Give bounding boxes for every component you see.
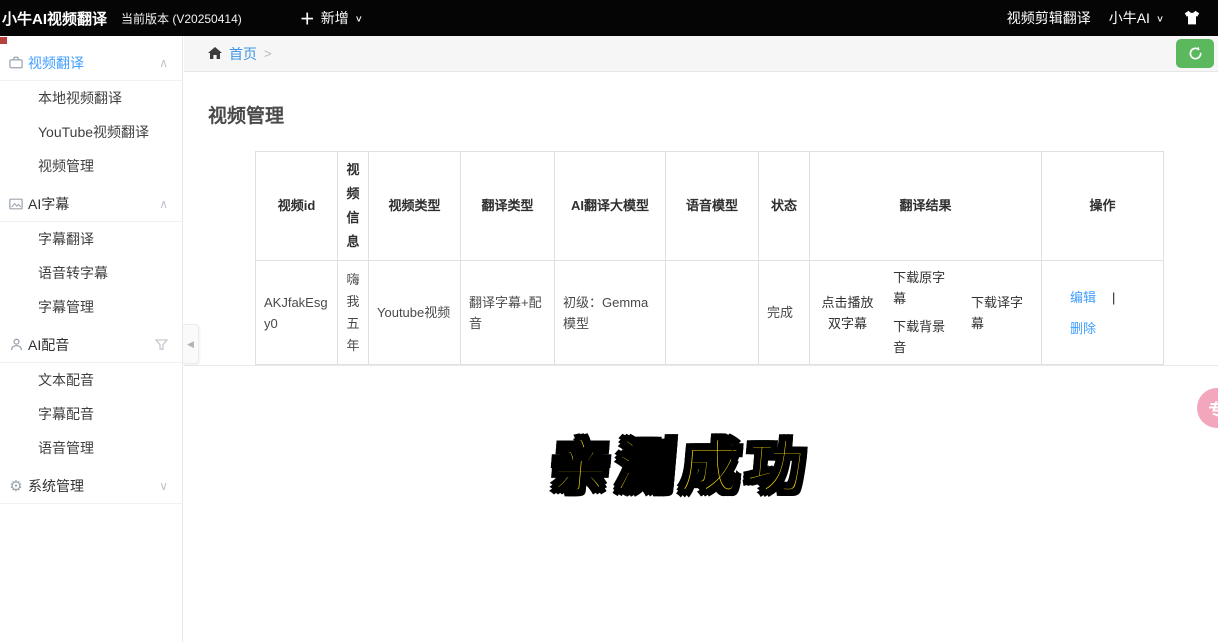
sidebar-group-label: AI字幕 — [28, 194, 69, 214]
add-menu-label: 新增 — [321, 8, 349, 28]
sidebar: 视频翻译 ∧ 本地视频翻译 YouTube视频翻译 视频管理 AI字幕 ∧ 字幕… — [0, 36, 183, 642]
sidebar-item-video-manage[interactable]: 视频管理 — [0, 149, 182, 183]
chevron-up-icon: ∧ — [159, 56, 168, 70]
user-menu[interactable]: 小牛AI ∨ — [1109, 8, 1164, 28]
sidebar-group-ai-subtitle[interactable]: AI字幕 ∧ — [0, 186, 182, 222]
user-icon — [8, 337, 24, 353]
col-video-info: 视频信息 — [338, 152, 369, 261]
corner-mark — [0, 37, 7, 44]
download-background-audio-link[interactable]: 下载背景音 — [893, 316, 955, 358]
sidebar-group-system-manage[interactable]: ⚙ 系统管理 ∨ — [0, 468, 182, 504]
clip-translate-link[interactable]: 视频剪辑翻译 — [1007, 8, 1091, 28]
sidebar-group-items: 字幕翻译 语音转字幕 字幕管理 — [0, 222, 182, 324]
sidebar-item-speech-to-subtitle[interactable]: 语音转字幕 — [0, 256, 182, 290]
chevron-down-icon: ∨ — [1156, 13, 1164, 23]
section-divider — [184, 365, 1218, 366]
table-header-row: 视频id 视频信息 视频类型 翻译类型 AI翻译大模型 语音模型 状态 翻译结果… — [256, 152, 1164, 261]
app-title: 小牛AI视频翻译 — [2, 8, 107, 29]
col-ai-model: AI翻译大模型 — [555, 152, 666, 261]
main-content: 首页 > 视频管理 视频id 视频信息 视频类型 翻译类型 AI翻译大模型 — [184, 36, 1218, 642]
sidebar-item-voice-manage[interactable]: 语音管理 — [0, 431, 182, 465]
plus-icon: ＋ — [300, 8, 315, 29]
sidebar-group-video-translate[interactable]: 视频翻译 ∧ — [0, 45, 182, 81]
cell-video-type: Youtube视频 — [369, 261, 461, 365]
refresh-icon — [1188, 46, 1203, 61]
gear-icon: ⚙ — [8, 478, 24, 494]
sidebar-item-local-video-translate[interactable]: 本地视频翻译 — [0, 81, 182, 115]
user-menu-label: 小牛AI — [1109, 8, 1150, 28]
cell-voice-model — [666, 261, 759, 365]
sidebar-group-label: 视频翻译 — [28, 53, 84, 73]
sidebar-item-subtitle-manage[interactable]: 字幕管理 — [0, 290, 182, 324]
funnel-icon — [155, 339, 168, 351]
sidebar-item-youtube-video-translate[interactable]: YouTube视频翻译 — [0, 115, 182, 149]
home-icon — [208, 47, 222, 60]
topbar-right: 视频剪辑翻译 小牛AI ∨ — [1007, 8, 1202, 28]
video-subtitle-overlay: 亲测成功 — [548, 420, 815, 504]
cell-video-id: AKJfakEsgy0 — [256, 261, 338, 365]
col-actions: 操作 — [1042, 152, 1164, 261]
video-table: 视频id 视频信息 视频类型 翻译类型 AI翻译大模型 语音模型 状态 翻译结果… — [255, 151, 1164, 365]
sidebar-item-subtitle-dubbing[interactable]: 字幕配音 — [0, 397, 182, 431]
breadcrumb-home-link[interactable]: 首页 — [229, 44, 257, 64]
sidebar-group-label: AI配音 — [28, 335, 69, 355]
image-icon — [8, 196, 24, 212]
chevron-up-icon: ∧ — [159, 197, 168, 211]
actions-divider: | — [1112, 287, 1115, 308]
sidebar-group-items: 本地视频翻译 YouTube视频翻译 视频管理 — [0, 81, 182, 183]
download-original-subtitle-link[interactable]: 下载原字幕 — [893, 267, 955, 309]
briefcase-icon — [8, 55, 24, 71]
sidebar-collapse-handle[interactable]: ◀ — [183, 324, 199, 364]
col-status: 状态 — [759, 152, 810, 261]
shirt-icon[interactable] — [1182, 10, 1202, 26]
table-row: AKJfakEsgy0 嗨我五年 Youtube视频 翻译字幕+配音 初级：Ge… — [256, 261, 1164, 365]
cell-ai-model: 初级：Gemma模型 — [555, 261, 666, 365]
breadcrumb: 首页 > — [184, 36, 1218, 72]
sidebar-group-ai-dubbing[interactable]: AI配音 — [0, 327, 182, 363]
chevron-down-icon: ∨ — [355, 13, 363, 23]
col-translate-result: 翻译结果 — [810, 152, 1042, 261]
add-menu-button[interactable]: ＋ 新增 ∨ — [300, 8, 363, 29]
version-label: 当前版本 (V20250414) — [121, 10, 242, 27]
sidebar-item-text-dubbing[interactable]: 文本配音 — [0, 363, 182, 397]
cell-translate-result: 点击播放双字幕 下载原字幕 下载背景音 下载译字幕 — [810, 261, 1042, 365]
sidebar-group-label: 系统管理 — [28, 476, 84, 496]
cell-video-info: 嗨我五年 — [338, 261, 369, 365]
col-video-id: 视频id — [256, 152, 338, 261]
download-translated-subtitle-link[interactable]: 下载译字幕 — [971, 292, 1033, 334]
cell-translate-type: 翻译字幕+配音 — [461, 261, 555, 365]
cell-actions: 编辑 | 删除 — [1042, 261, 1164, 365]
edit-link[interactable]: 编辑 — [1070, 287, 1096, 308]
sidebar-group-items: 文本配音 字幕配音 语音管理 — [0, 363, 182, 465]
delete-link[interactable]: 删除 — [1070, 321, 1096, 336]
collapse-left-icon: ◀ — [187, 339, 194, 350]
floating-badge-glyph: 专 — [1209, 396, 1218, 421]
breadcrumb-separator: > — [264, 46, 272, 61]
chevron-down-icon: ∨ — [159, 479, 168, 493]
play-dual-subtitle-link[interactable]: 点击播放双字幕 — [818, 292, 877, 334]
page-title: 视频管理 — [208, 101, 284, 128]
col-voice-model: 语音模型 — [666, 152, 759, 261]
col-translate-type: 翻译类型 — [461, 152, 555, 261]
app-window: 小牛AI视频翻译 当前版本 (V20250414) ＋ 新增 ∨ 视频剪辑翻译 … — [0, 0, 1218, 642]
refresh-button[interactable] — [1176, 39, 1214, 68]
topbar: 小牛AI视频翻译 当前版本 (V20250414) ＋ 新增 ∨ 视频剪辑翻译 … — [0, 0, 1218, 36]
col-video-type: 视频类型 — [369, 152, 461, 261]
sidebar-item-subtitle-translate[interactable]: 字幕翻译 — [0, 222, 182, 256]
cell-status: 完成 — [759, 261, 810, 365]
